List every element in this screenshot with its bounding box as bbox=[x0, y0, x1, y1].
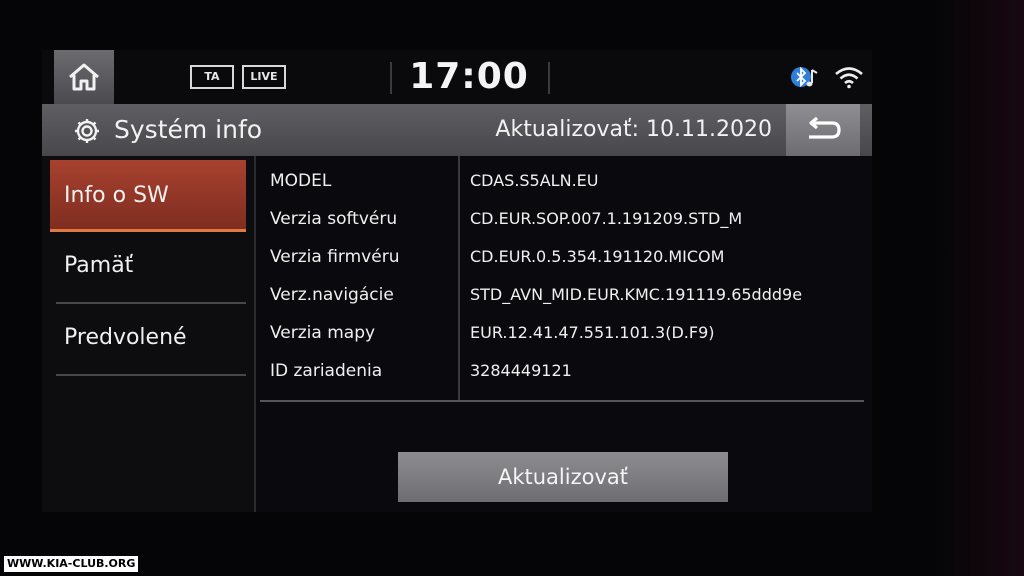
menu-item-defaults[interactable]: Predvolené bbox=[50, 302, 246, 374]
back-arrow-icon bbox=[809, 116, 841, 139]
info-row-map-version: Verzia mapy EUR.12.41.47.551.101.3(D.F9) bbox=[256, 314, 872, 352]
info-value: CD.EUR.0.5.354.191120.MICOM bbox=[470, 247, 725, 266]
status-separator bbox=[390, 62, 392, 94]
info-value: STD_AVN_MID.EUR.KMC.191119.65ddd9e bbox=[470, 285, 803, 304]
info-label: Verz.navigácie bbox=[270, 285, 394, 305]
info-row-device-id: ID zariadenia 3284449121 bbox=[256, 352, 872, 390]
side-menu: Info o SW Pamäť Predvolené bbox=[42, 156, 254, 512]
info-value: EUR.12.41.47.551.101.3(D.F9) bbox=[470, 323, 715, 342]
info-label: Verzia mapy bbox=[270, 323, 376, 343]
info-label: ID zariadenia bbox=[270, 361, 383, 381]
menu-item-info-sw[interactable]: Info o SW bbox=[50, 160, 246, 232]
info-label: Verzia firmvéru bbox=[270, 247, 400, 267]
info-label: Verzia softvéru bbox=[270, 209, 398, 229]
last-update-date: Aktualizovať: 10.11.2020 bbox=[495, 117, 772, 142]
info-table-bottom-divider bbox=[260, 400, 864, 402]
live-badge: LIVE bbox=[242, 65, 286, 89]
home-icon bbox=[69, 63, 99, 91]
menu-divider bbox=[56, 374, 246, 376]
info-row-navigation-version: Verz.navigácie STD_AVN_MID.EUR.KMC.19111… bbox=[256, 276, 872, 314]
home-button[interactable] bbox=[54, 50, 114, 104]
ta-badge: TA bbox=[190, 65, 234, 89]
status-bar: TA LIVE 17:00 bbox=[42, 50, 872, 104]
info-row-software-version: Verzia softvéru CD.EUR.SOP.007.1.191209.… bbox=[256, 200, 872, 238]
update-button[interactable]: Aktualizovať bbox=[398, 452, 728, 502]
status-separator bbox=[548, 62, 550, 94]
page-title: Systém info bbox=[114, 115, 263, 144]
infotainment-screen: TA LIVE 17:00 Systém info Aktualizovať: … bbox=[42, 50, 872, 512]
back-button[interactable] bbox=[786, 104, 860, 156]
clock: 17:00 bbox=[409, 56, 529, 97]
title-bar: Systém info Aktualizovať: 10.11.2020 bbox=[42, 104, 872, 156]
menu-item-memory[interactable]: Pamäť bbox=[50, 230, 246, 302]
site-watermark: WWW.KIA-CLUB.ORG bbox=[4, 556, 139, 572]
info-row-firmware-version: Verzia firmvéru CD.EUR.0.5.354.191120.MI… bbox=[256, 238, 872, 276]
wifi-icon bbox=[835, 67, 863, 89]
info-row-model: MODEL CDAS.S5ALN.EU bbox=[256, 162, 872, 200]
info-value: CDAS.S5ALN.EU bbox=[470, 171, 599, 190]
info-label: MODEL bbox=[270, 171, 332, 191]
info-value: 3284449121 bbox=[470, 361, 572, 380]
info-value: CD.EUR.SOP.007.1.191209.STD_M bbox=[470, 209, 743, 228]
system-info-panel: MODEL CDAS.S5ALN.EU Verzia softvéru CD.E… bbox=[256, 156, 872, 512]
gear-icon bbox=[75, 119, 99, 143]
bluetooth-audio-icon bbox=[791, 66, 818, 88]
bezel-glow bbox=[934, 0, 1024, 576]
